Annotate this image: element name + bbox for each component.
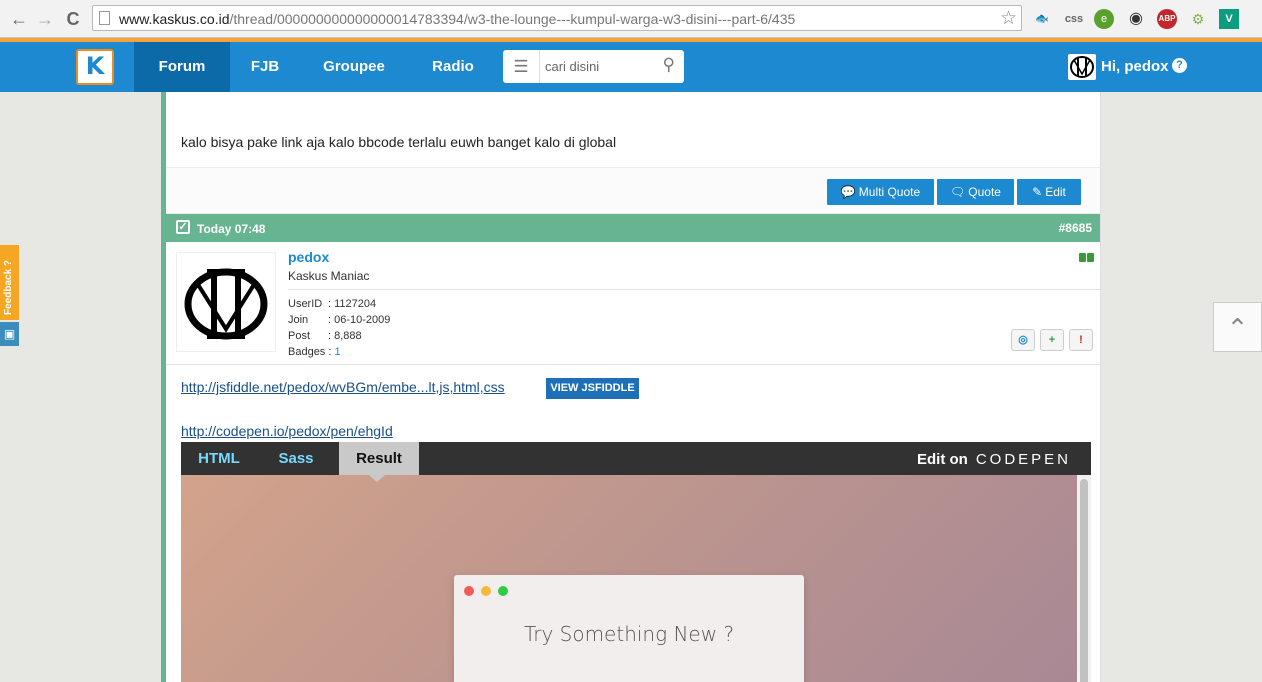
feedback-label: Feedback ?	[3, 259, 14, 315]
quote-button[interactable]: 🗨 Quote	[937, 179, 1014, 205]
edit-button[interactable]: ✎ Edit	[1017, 179, 1081, 205]
author-avatar[interactable]	[176, 252, 276, 352]
codepen-toolbar: HTML Sass Result Edit on CODEPEN	[181, 442, 1091, 475]
edit-label: Edit	[1045, 185, 1066, 199]
view-jsfiddle-button[interactable]: VIEW JSFIDDLE	[546, 378, 639, 399]
kaskus-logo[interactable]: K	[76, 49, 114, 85]
hamburger-menu-icon[interactable]: ☰	[503, 50, 540, 83]
help-icon[interactable]: ?	[1172, 58, 1187, 73]
post-header: ✓ Today 07:48 #8685	[166, 214, 1100, 242]
bookmark-star-icon[interactable]: ☆	[1000, 7, 1017, 30]
scroll-to-top-button[interactable]: ⌃	[1213, 302, 1262, 352]
send-message-icon[interactable]: +	[1040, 329, 1064, 351]
jsfiddle-link[interactable]: http://jsfiddle.net/pedox/wvBGm/embe...l…	[181, 379, 505, 395]
search-box: ☰ ⚲	[503, 50, 684, 83]
demo-window: Try Something New ?	[454, 575, 804, 682]
stat-badges: Badges : 1	[288, 346, 341, 358]
speech-bubbles-icon: 💬	[840, 185, 856, 199]
author-info: pedox Kaskus Maniac UserID: 1127204 Join…	[166, 242, 1100, 365]
post-time: Today 07:48	[197, 222, 266, 236]
multi-quote-label: Multi Quote	[858, 185, 921, 199]
back-icon[interactable]: ←	[8, 8, 30, 30]
browser-toolbar: ← → C www.kaskus.co.id/thread/0000000000…	[0, 0, 1262, 38]
online-status-icon	[1079, 250, 1095, 262]
nav-groupee[interactable]: Groupee	[300, 42, 408, 92]
search-input[interactable]	[545, 56, 645, 77]
multi-quote-button[interactable]: 💬 Multi Quote	[827, 179, 934, 205]
checkbox-icon: ✓	[176, 220, 190, 234]
tab-html[interactable]: HTML	[181, 442, 257, 475]
address-bar[interactable]: www.kaskus.co.id/thread/0000000000000000…	[92, 5, 1022, 31]
post-actions: 💬 Multi Quote 🗨 Quote ✎ Edit	[166, 167, 1100, 214]
stat-join: Join: 06-10-2009	[288, 314, 391, 326]
stat-post: Post: 8,888	[288, 330, 362, 342]
url-path: /thread/000000000000000014783394/w3-the-…	[229, 11, 796, 27]
fish-extension-icon[interactable]: 🐟	[1032, 9, 1052, 29]
forward-icon[interactable]: →	[34, 8, 56, 30]
post-number[interactable]: #8685	[1059, 221, 1092, 235]
tab-sass[interactable]: Sass	[257, 442, 335, 475]
author-stats: UserID: 1127204 Join: 06-10-2009 Post: 8…	[288, 296, 390, 360]
scrollbar-thumb[interactable]	[1080, 479, 1088, 682]
vine-extension-icon[interactable]: V	[1219, 9, 1239, 29]
minimize-dot-icon	[481, 586, 491, 596]
evernote-extension-icon[interactable]: e	[1094, 9, 1114, 29]
codepen-embed: HTML Sass Result Edit on CODEPEN Try Some…	[181, 442, 1091, 682]
edit-on-codepen[interactable]: Edit on CODEPEN	[917, 451, 1071, 468]
user-greeting[interactable]: Hi, pedox	[1101, 58, 1169, 75]
nav-forum[interactable]: Forum	[134, 42, 230, 92]
edit-on-label: Edit on	[916, 451, 968, 468]
circle-extension-icon[interactable]: ◉	[1126, 9, 1146, 29]
speech-bubble-icon: 🗨	[950, 185, 966, 199]
css-extension-icon[interactable]: css	[1064, 9, 1084, 29]
tab-result[interactable]: Result	[339, 442, 419, 475]
report-icon[interactable]: !	[1069, 329, 1093, 351]
quote-label: Quote	[968, 185, 1001, 199]
edit-icon: ✎	[1032, 185, 1043, 199]
codepen-logo: CODEPEN	[975, 451, 1071, 468]
reputation-icon[interactable]: ◎	[1011, 329, 1035, 351]
url-host: www.kaskus.co.id	[119, 11, 230, 27]
nav-fjb[interactable]: FJB	[230, 42, 300, 92]
page-icon	[99, 11, 110, 25]
url-text[interactable]: www.kaskus.co.id/thread/0000000000000000…	[119, 11, 795, 27]
adblock-plus-icon[interactable]: ABP	[1157, 9, 1177, 29]
previous-post-body: kalo bisya pake link aja kalo bbcode ter…	[166, 92, 1100, 167]
feedback-book-icon[interactable]: ▣	[0, 322, 19, 346]
previous-post-text: kalo bisya pake link aja kalo bbcode ter…	[181, 134, 617, 150]
maximize-dot-icon	[498, 586, 508, 596]
feedback-tab[interactable]: Feedback ?	[0, 245, 19, 320]
kaskus-navbar: K Forum FJB Groupee Radio ☰ ⚲ Hi, pedox …	[0, 42, 1262, 92]
active-tab-caret	[369, 475, 385, 482]
badges-link[interactable]: 1	[334, 346, 340, 358]
post-body: http://jsfiddle.net/pedox/wvBGm/embe...l…	[166, 365, 1100, 682]
result-scrollbar[interactable]	[1077, 475, 1091, 682]
user-avatar[interactable]	[1068, 54, 1096, 80]
codepen-result-pane: Try Something New ?	[181, 475, 1091, 682]
author-rank: Kaskus Maniac	[288, 269, 370, 283]
search-icon[interactable]: ⚲	[663, 55, 675, 75]
stat-userid: UserID: 1127204	[288, 298, 377, 310]
android-icon[interactable]: ⚙	[1188, 9, 1208, 29]
codepen-link[interactable]: http://codepen.io/pedox/pen/ehgId	[181, 423, 393, 439]
close-dot-icon	[464, 586, 474, 596]
demo-heading: Try Something New ?	[523, 622, 735, 646]
author-name[interactable]: pedox	[288, 249, 329, 265]
thread-content: kalo bisya pake link aja kalo bbcode ter…	[161, 92, 1101, 682]
reload-icon[interactable]: C	[62, 8, 84, 30]
author-divider	[288, 289, 1100, 290]
nav-radio[interactable]: Radio	[408, 42, 498, 92]
